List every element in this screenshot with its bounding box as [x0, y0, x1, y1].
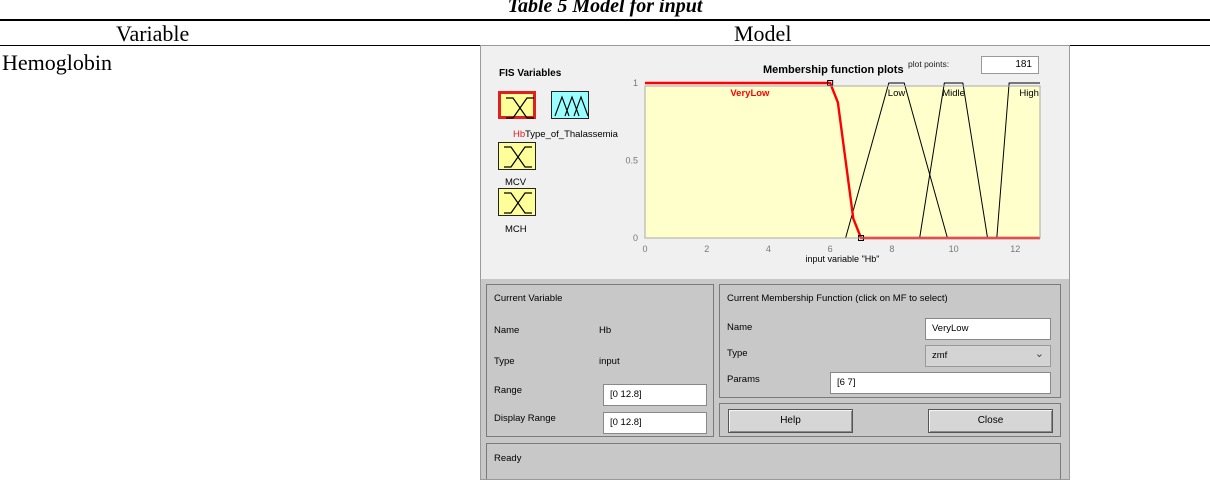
x-tick-label: 12 — [1010, 244, 1020, 254]
current-mf-panel: Current Membership Function (click on MF… — [719, 284, 1061, 398]
display-range-input[interactable]: [0 12.8] — [603, 412, 707, 434]
close-button[interactable]: Close — [928, 409, 1053, 433]
mf-label-midle: Midle — [942, 88, 965, 99]
current-variable-panel: Current Variable Name Hb Type input Rang… — [486, 284, 714, 437]
variable-type-label: Type — [494, 356, 515, 367]
buttons-panel: Help Close — [719, 403, 1061, 437]
mf-label-high: High — [1019, 88, 1039, 99]
mf-name-label: Name — [727, 322, 753, 333]
y-tick-label: 0.5 — [625, 156, 638, 166]
membership-function-plot[interactable]: 0 2 4 6 8 10 12 0 0.5 1 input variable "Hb" Low Midl… — [481, 46, 1070, 279]
status-bar: Ready — [486, 443, 1061, 479]
x-tick-label: 8 — [889, 244, 894, 254]
variable-cell-hemoglobin: Hemoglobin — [2, 50, 112, 75]
mf-name-input[interactable]: VeryLow — [925, 318, 1051, 340]
x-axis-label: input variable "Hb" — [806, 254, 880, 264]
chevron-down-icon: ⌄ — [1034, 348, 1044, 360]
column-header-variable: Variable — [116, 21, 190, 46]
variable-name-label: Name — [494, 325, 520, 336]
plot-area — [645, 86, 1040, 238]
current-mf-title: Current Membership Function (click on MF… — [727, 293, 948, 304]
column-header-model: Model — [734, 21, 792, 46]
variable-range-label: Range — [494, 385, 522, 396]
mf-label-verylow: VeryLow — [730, 88, 770, 99]
x-tick-label: 6 — [828, 244, 833, 254]
status-text: Ready — [494, 453, 522, 464]
x-tick-label: 0 — [642, 244, 647, 254]
mf-type-value: zmf — [932, 350, 948, 361]
membership-function-editor-top: FIS Variables Hb Type_of_Thalassemia MCV… — [481, 46, 1070, 279]
variable-type-value: input — [599, 356, 620, 367]
variable-range-input[interactable]: [0 12.8] — [603, 384, 707, 406]
x-tick-label: 4 — [766, 244, 771, 254]
current-variable-title: Current Variable — [494, 293, 563, 304]
y-tick-label: 1 — [633, 78, 638, 88]
help-button[interactable]: Help — [728, 409, 853, 433]
variable-name-value: Hb — [599, 325, 612, 336]
mf-params-label: Params — [727, 374, 760, 385]
mf-type-label: Type — [727, 348, 748, 359]
mf-type-select[interactable]: zmf ⌄ — [925, 345, 1051, 367]
x-tick-label: 10 — [949, 244, 959, 254]
table-caption: Table 5 Model for input — [507, 0, 703, 17]
mf-params-input[interactable]: [6 7] — [830, 372, 1051, 394]
mf-label-low: Low — [888, 88, 906, 99]
x-tick-label: 2 — [704, 244, 709, 254]
display-range-label: Display Range — [494, 413, 556, 424]
y-tick-label: 0 — [633, 233, 638, 243]
fis-editor-screenshot: FIS Variables Hb Type_of_Thalassemia MCV… — [480, 45, 1070, 480]
